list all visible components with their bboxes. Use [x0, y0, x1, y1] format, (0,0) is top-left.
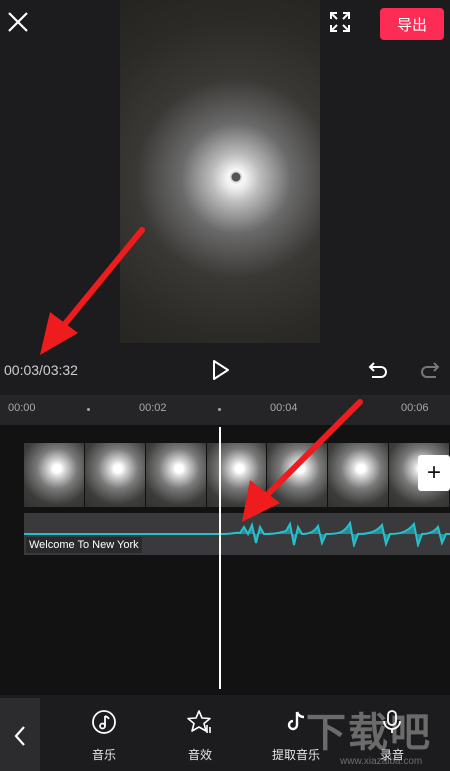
timecode: 00:03/03:32	[4, 362, 78, 378]
video-frame-thumbnail	[267, 443, 329, 507]
ruler-dot	[349, 408, 352, 411]
preview-area: 导出 00:03/03:32	[0, 0, 450, 395]
ruler-dot	[87, 408, 90, 411]
audio-track-label: Welcome To New York	[26, 537, 142, 553]
fullscreen-icon[interactable]	[328, 10, 352, 34]
time-ruler[interactable]: 00:00 00:02 00:04 00:06	[0, 395, 450, 425]
video-track[interactable]	[24, 443, 450, 507]
toolbar-item-music[interactable]: 音乐	[69, 709, 139, 763]
play-icon[interactable]	[208, 358, 232, 382]
ruler-tick: 00:06	[401, 402, 429, 414]
video-frame-thumbnail	[24, 443, 85, 507]
redo-icon[interactable]	[418, 358, 442, 382]
undo-icon[interactable]	[366, 358, 390, 382]
audio-track[interactable]: Welcome To New York	[24, 513, 450, 555]
toolbar-label: 音效	[187, 748, 212, 762]
watermark-logo: 下载吧	[306, 711, 432, 755]
ruler-tick: 00:02	[139, 402, 167, 414]
video-frame-thumbnail	[84, 443, 146, 507]
video-frame-thumbnail	[328, 443, 390, 507]
light-bulb	[228, 169, 244, 185]
ruler-tick: 00:00	[8, 402, 36, 414]
ruler-tick: 00:04	[270, 402, 298, 414]
chevron-left-icon	[14, 726, 25, 746]
export-button[interactable]: 导出	[380, 8, 444, 40]
add-clip-button[interactable]: +	[418, 455, 450, 491]
watermark-url: www.xiazaiba.com	[340, 756, 423, 767]
sound-effect-icon	[187, 710, 211, 733]
toolbar-label: 音乐	[91, 748, 116, 762]
timeline[interactable]: + Welcome To New York	[0, 425, 450, 695]
video-frame-thumbnail	[206, 443, 268, 507]
video-preview	[120, 0, 320, 343]
playhead[interactable]	[219, 427, 221, 689]
music-icon	[92, 710, 116, 734]
close-icon[interactable]	[6, 10, 30, 34]
toolbar-item-sound-effect[interactable]: 音效	[165, 709, 235, 763]
video-frame-thumbnail	[145, 443, 207, 507]
ruler-dot	[218, 408, 221, 411]
back-button[interactable]	[0, 698, 40, 771]
